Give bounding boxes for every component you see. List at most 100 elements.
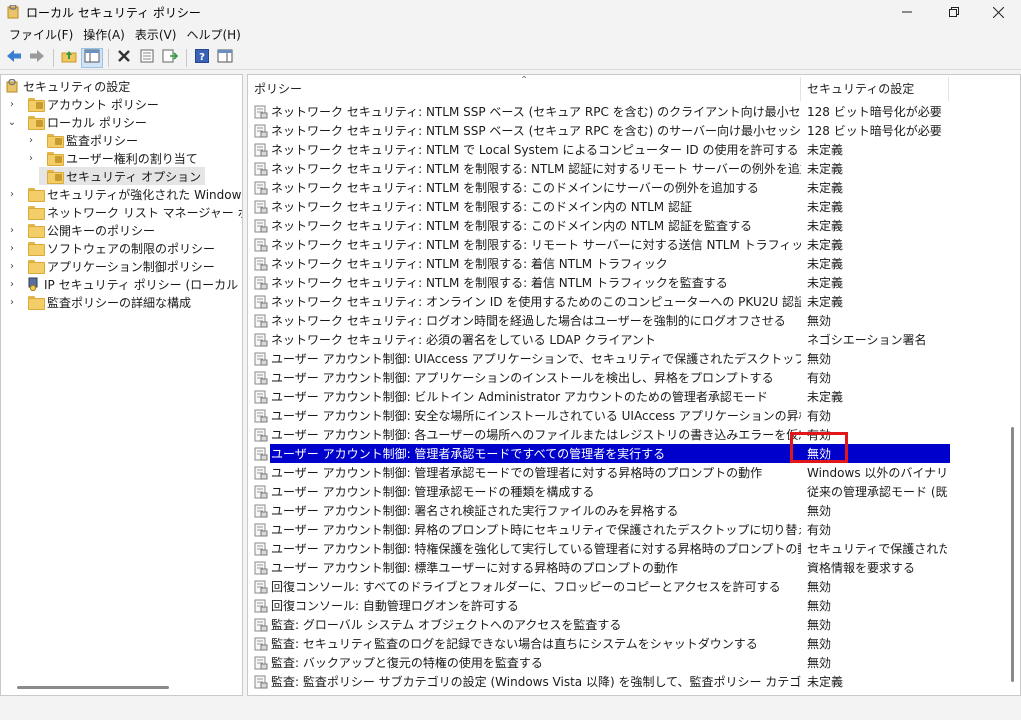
policy-setting-value: 未定義 [807,295,844,309]
policy-row[interactable]: ネットワーク セキュリティ: NTLM SSP ベース (セキュア RPC を含… [248,121,1020,140]
policy-setting-value: 有効 [807,523,832,537]
policy-row[interactable]: ネットワーク セキュリティ: NTLM を制限する: このドメインにサーバーの例… [248,178,1020,197]
tree-item-security-settings[interactable]: セキュリティの設定 [1,77,242,95]
folder-icon [28,260,45,274]
policy-setting-value: 無効 [807,352,832,366]
show-hide-action-pane-button[interactable] [214,48,236,68]
menu-help[interactable]: ヘルプ(H) [181,26,245,43]
policy-row[interactable]: ネットワーク セキュリティ: NTLM を制限する: このドメイン内の NTLM… [248,216,1020,235]
tree-item-application-control[interactable]: › アプリケーション制御ポリシー [1,257,242,275]
column-divider[interactable] [948,77,949,101]
policy-row[interactable]: ユーザー アカウント制御: 管理承認モードの種類を構成する 従来の管理承認モード … [248,482,1020,501]
console-tree: セキュリティの設定 › アカウント ポリシー ⌄ ローカル ポリシー › 監査ポ… [0,74,243,696]
tree-item-security-options[interactable]: セキュリティ オプション [1,167,242,185]
export-list-button[interactable] [159,48,181,68]
delete-button[interactable] [113,48,135,68]
chevron-down-icon[interactable]: ⌄ [6,113,18,131]
policy-setting-icon [254,599,268,613]
policy-row[interactable]: 回復コンソール: すべてのドライブとフォルダーに、フロッピーのコピーとアクセスを… [248,577,1020,596]
column-header-policy[interactable]: ポリシー [248,75,800,101]
menu-action[interactable]: 操作(A) [78,26,130,43]
policy-setting-value: セキュリティで保護されたデ... [807,542,947,556]
policy-setting-value: 128 ビット暗号化が必要 [807,124,942,138]
policy-setting-icon [254,257,268,271]
policy-row[interactable]: 監査: 監査ポリシー サブカテゴリの設定 (Windows Vista 以降) … [248,672,1020,691]
chevron-right-icon[interactable]: › [6,95,18,113]
policy-row[interactable]: ネットワーク セキュリティ: オンライン ID を使用するためのこのコンピュータ… [248,292,1020,311]
tree-item-user-rights-assignment[interactable]: › ユーザー権利の割り当て [1,149,242,167]
policy-setting-value: ネゴシエーション署名 [807,333,927,347]
policy-row[interactable]: 監査: グローバル システム オブジェクトへのアクセスを監査する 無効 [248,615,1020,634]
chevron-right-icon[interactable]: › [6,185,18,203]
tree-item-local-policies[interactable]: ⌄ ローカル ポリシー [1,113,242,131]
policy-setting-value: 無効 [807,447,832,461]
policy-setting-value: 未定義 [807,162,844,176]
tree-item-public-key-policies[interactable]: › 公開キーのポリシー [1,221,242,239]
show-hide-console-tree-button[interactable] [81,47,103,68]
tree-item-software-restriction[interactable]: › ソフトウェアの制限のポリシー [1,239,242,257]
policy-row[interactable]: ユーザー アカウント制御: UIAccess アプリケーションで、セキュリティで… [248,349,1020,368]
policy-row[interactable]: ユーザー アカウント制御: 特権保護を強化して実行している管理者に対する昇格時の… [248,539,1020,558]
policy-row[interactable]: ユーザー アカウント制御: 管理者承認モードですべての管理者を実行する 無効 [248,444,1020,463]
minimize-button[interactable] [884,0,930,24]
tree-item-ip-security-policies[interactable]: › IP セキュリティ ポリシー (ローカル コンピューター) [1,275,242,293]
policy-row[interactable]: ネットワーク セキュリティ: NTLM を制限する: このドメイン内の NTLM… [248,197,1020,216]
policy-row[interactable]: ユーザー アカウント制御: 管理者承認モードでの管理者に対する昇格時のプロンプト… [248,463,1020,482]
chevron-right-icon[interactable]: › [6,221,18,239]
ip-security-icon [26,277,40,292]
close-button[interactable] [975,0,1021,24]
policy-name: ネットワーク セキュリティ: NTLM を制限する: リモート サーバーに対する… [271,238,801,252]
chevron-right-icon[interactable]: › [6,257,18,275]
menu-view[interactable]: 表示(V) [130,26,182,43]
chevron-right-icon[interactable]: › [6,275,18,293]
chevron-right-icon[interactable]: › [6,239,18,257]
folder-lock-icon [28,98,45,112]
policy-row[interactable]: ユーザー アカウント制御: 安全な場所にインストールされている UIAccess… [248,406,1020,425]
policy-row[interactable]: 監査: セキュリティ監査のログを記録できない場合は直ちにシステムをシャットダウン… [248,634,1020,653]
policy-row[interactable]: ユーザー アカウント制御: 昇格のプロンプト時にセキュリティで保護されたデスクト… [248,520,1020,539]
tree-item-audit-policy[interactable]: › 監査ポリシー [1,131,242,149]
policy-setting-value: 無効 [807,637,832,651]
up-one-level-button[interactable] [58,48,80,68]
menu-file[interactable]: ファイル(F) [4,26,78,43]
policy-row[interactable]: ネットワーク セキュリティ: NTLM を制限する: 着信 NTLM トラフィッ… [248,273,1020,292]
policy-name: 回復コンソール: すべてのドライブとフォルダーに、フロッピーのコピーとアクセスを… [271,580,781,594]
chevron-right-icon[interactable]: › [25,131,37,149]
policy-row[interactable]: ユーザー アカウント制御: 標準ユーザーに対する昇格時のプロンプトの動作 資格情報… [248,558,1020,577]
tree-item-account-policies[interactable]: › アカウント ポリシー [1,95,242,113]
policy-setting-icon [254,618,268,632]
tree-item-network-list-manager[interactable]: ネットワーク リスト マネージャー ポリシー [1,203,242,221]
policy-row[interactable]: 監査: バックアップと復元の特権の使用を監査する 無効 [248,653,1020,672]
tree-item-advanced-audit-policy[interactable]: › 監査ポリシーの詳細な構成 [1,293,242,311]
policy-row[interactable]: ネットワーク セキュリティ: NTLM を制限する: リモート サーバーに対する… [248,235,1020,254]
policy-row[interactable]: ユーザー アカウント制御: アプリケーションのインストールを検出し、昇格をプロン… [248,368,1020,387]
tree-horizontal-scrollbar[interactable] [17,686,169,689]
back-button[interactable] [3,48,25,68]
policy-setting-icon [254,409,268,423]
policy-setting-value: 未定義 [807,257,844,271]
tree-item-windows-defender-firewall[interactable]: › セキュリティが強化された Windows Defender ファイアウォール [1,185,242,203]
chevron-right-icon[interactable]: › [6,293,18,311]
policy-row[interactable]: 回復コンソール: 自動管理ログオンを許可する 無効 [248,596,1020,615]
forward-button[interactable] [26,48,48,68]
policy-row[interactable]: ネットワーク セキュリティ: ログオン時間を経過した場合はユーザーを強制的にログ… [248,311,1020,330]
list-vertical-scrollbar[interactable] [1011,427,1014,682]
maximize-button[interactable] [930,0,976,24]
chevron-right-icon[interactable]: › [25,149,37,167]
column-header-setting[interactable]: セキュリティの設定 [801,75,948,101]
policy-name: ネットワーク セキュリティ: NTLM SSP ベース (セキュア RPC を含… [271,124,801,138]
console-tree-icon [84,49,100,66]
policy-row[interactable]: ネットワーク セキュリティ: NTLM で Local System によるコン… [248,140,1020,159]
policy-row[interactable]: ネットワーク セキュリティ: NTLM SSP ベース (セキュア RPC を含… [248,102,1020,121]
policy-row[interactable]: ネットワーク セキュリティ: NTLM を制限する: 着信 NTLM トラフィッ… [248,254,1020,273]
policy-setting-value: 未定義 [807,238,844,252]
tree-label: IP セキュリティ ポリシー (ローカル コンピューター) [44,277,242,292]
policy-row[interactable]: ネットワーク セキュリティ: 必須の署名をしている LDAP クライアント ネゴシ… [248,330,1020,349]
policy-row[interactable]: ユーザー アカウント制御: ビルトイン Administrator アカウントの… [248,387,1020,406]
properties-button[interactable] [136,48,158,68]
policy-row[interactable]: ネットワーク セキュリティ: NTLM を制限する: NTLM 認証に対するリモ… [248,159,1020,178]
policy-row[interactable]: ユーザー アカウント制御: 各ユーザーの場所へのファイルまたはレジストリの書き込… [248,425,1020,444]
policy-row[interactable]: ユーザー アカウント制御: 署名され検証された実行ファイルのみを昇格する 無効 [248,501,1020,520]
policy-name: ユーザー アカウント制御: アプリケーションのインストールを検出し、昇格をプロン… [271,371,774,385]
help-button[interactable]: ? [191,48,213,68]
